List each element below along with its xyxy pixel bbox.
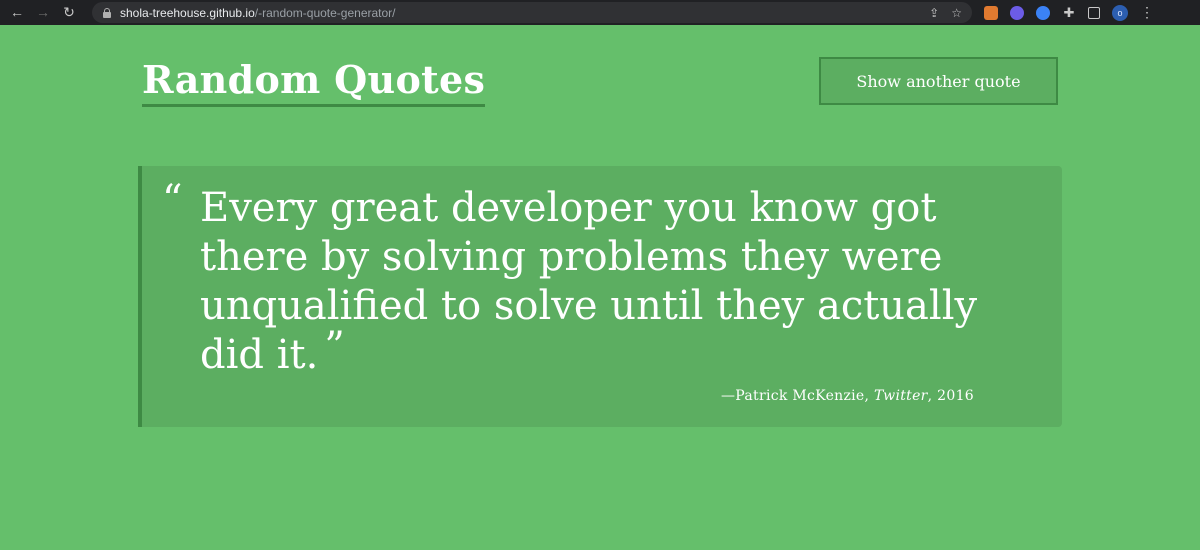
address-bar-actions: ⇪ ☆ xyxy=(929,6,962,20)
browser-toolbar: ← → ↻ shola-treehouse.github.io/-random-… xyxy=(0,0,1200,25)
url-path: /-random-quote-generator/ xyxy=(254,5,396,20)
star-icon[interactable]: ☆ xyxy=(951,6,962,20)
quote-source: Twitter xyxy=(874,388,928,404)
share-icon[interactable]: ⇪ xyxy=(929,6,939,20)
extension-icon[interactable] xyxy=(1010,5,1024,20)
quote-year: , 2016 xyxy=(927,388,974,404)
reload-icon[interactable]: ↻ xyxy=(56,4,82,21)
metamask-icon[interactable] xyxy=(984,5,998,20)
open-quote-mark: “ xyxy=(162,177,183,223)
extension-icon[interactable] xyxy=(1036,5,1050,20)
close-quote-mark: ” xyxy=(324,324,345,370)
nav-buttons: ← → ↻ xyxy=(4,4,82,21)
lock-icon[interactable] xyxy=(102,7,112,18)
show-another-quote-button[interactable]: Show another quote xyxy=(819,57,1058,105)
quote-citation: —Patrick McKenzie, Twitter, 2016 xyxy=(721,388,974,404)
profile-avatar[interactable]: o xyxy=(1112,4,1128,21)
quote-box: “ Every great developer you know got the… xyxy=(138,166,1062,427)
side-panel-icon[interactable] xyxy=(1088,6,1100,19)
back-icon[interactable]: ← xyxy=(4,4,30,21)
quote-text-container: Every great developer you know got there… xyxy=(200,184,1020,380)
url-host: shola-treehouse.github.io xyxy=(120,5,255,20)
puzzle-icon[interactable]: ✚ xyxy=(1062,5,1076,20)
quote-author: —Patrick McKenzie, xyxy=(721,388,875,404)
quote-text: Every great developer you know got there… xyxy=(200,185,978,378)
menu-icon[interactable]: ⋮ xyxy=(1140,4,1154,21)
page-title: Random Quotes xyxy=(142,58,486,107)
extensions-bar: ✚ o ⋮ xyxy=(984,4,1162,21)
address-bar[interactable]: shola-treehouse.github.io/-random-quote-… xyxy=(92,2,972,23)
forward-icon[interactable]: → xyxy=(30,4,56,21)
